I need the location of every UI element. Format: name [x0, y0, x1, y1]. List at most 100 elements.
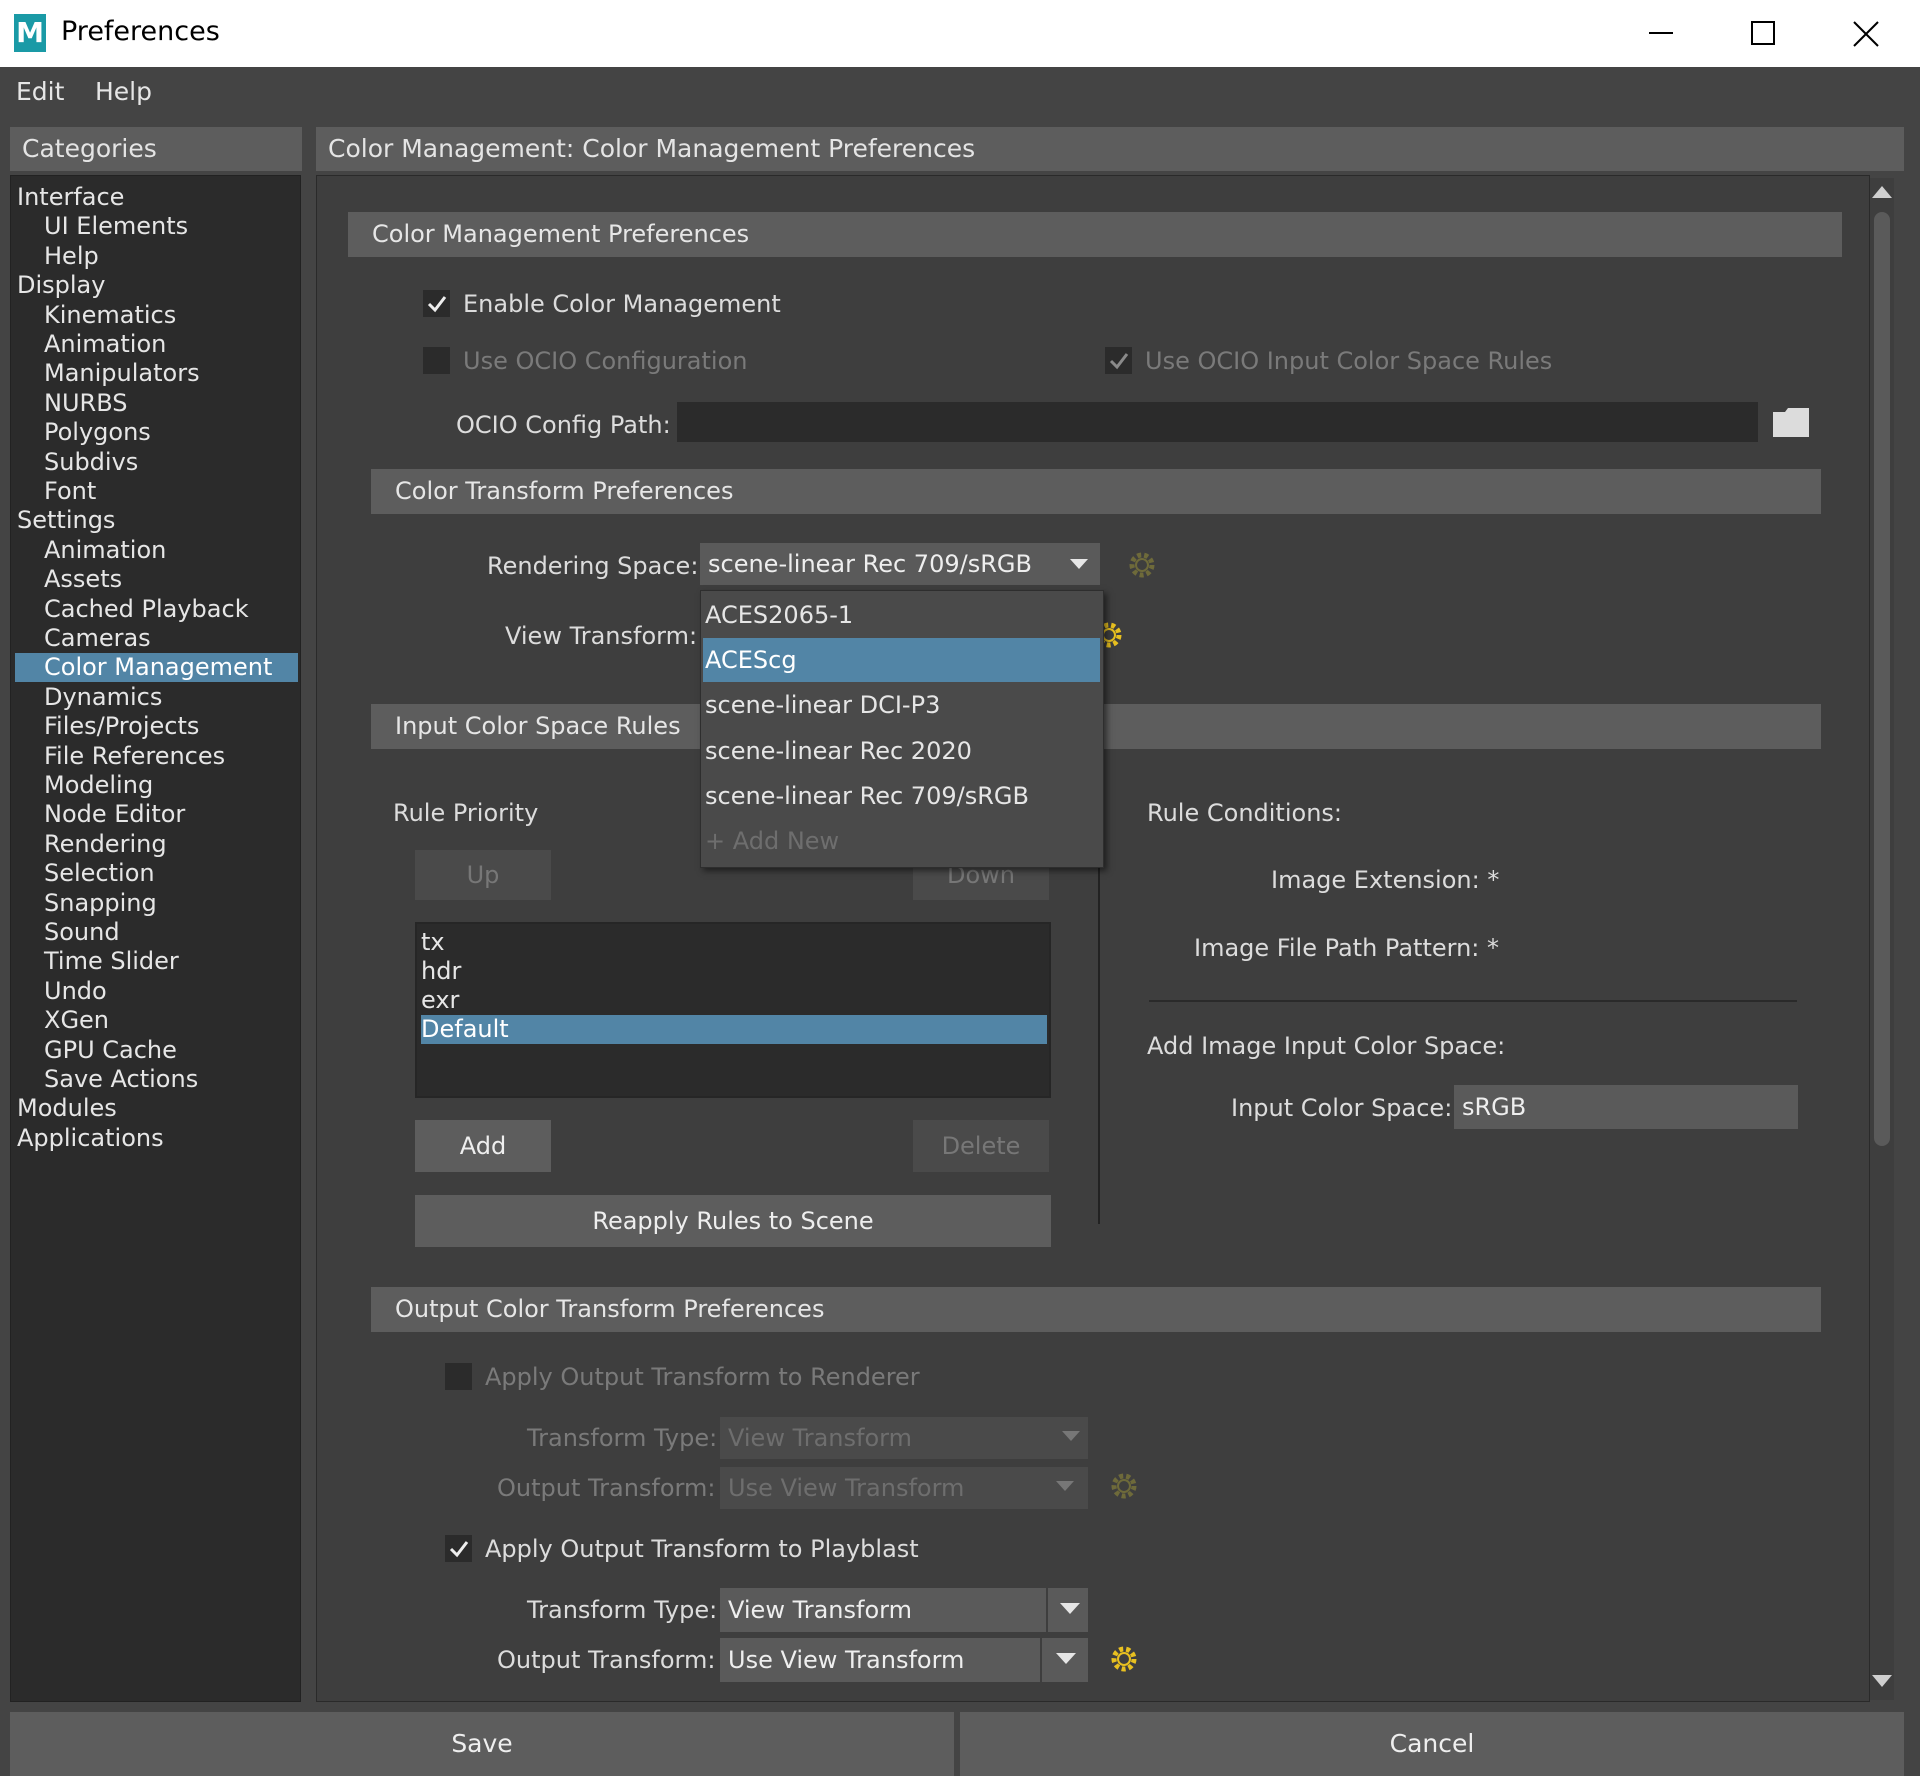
playblast-output-transform-combo[interactable]: Use View Transform	[720, 1638, 1088, 1682]
category-item[interactable]: Font	[44, 477, 96, 506]
cancel-button[interactable]: Cancel	[960, 1712, 1904, 1776]
category-item[interactable]: Rendering	[44, 830, 167, 859]
checkmark-icon	[427, 296, 447, 313]
use-ocio-config-checkbox[interactable]	[423, 347, 450, 374]
apply-renderer-label: Apply Output Transform to Renderer	[485, 1363, 920, 1391]
add-new-option[interactable]: + Add New	[703, 819, 1100, 863]
categories-list[interactable]: Interface UI Elements Help Display Kinematic…	[10, 175, 301, 1702]
add-rule-button[interactable]: Add	[415, 1120, 551, 1172]
rule-list-item[interactable]: Default	[421, 1015, 1047, 1044]
scrollbar[interactable]	[1870, 178, 1894, 1700]
category-item[interactable]: Undo	[44, 977, 107, 1006]
combo-separator	[1046, 1588, 1048, 1632]
folder-icon	[1773, 408, 1809, 437]
apply-renderer-checkbox[interactable]	[445, 1363, 472, 1390]
category-item[interactable]: Kinematics	[44, 301, 176, 330]
save-button[interactable]: Save	[10, 1712, 954, 1776]
menu-edit[interactable]: Edit	[16, 77, 64, 106]
category-item[interactable]: Applications	[17, 1124, 164, 1153]
add-input-color-space-label: Add Image Input Color Space:	[1147, 1032, 1506, 1060]
dropdown-option[interactable]: scene-linear Rec 709/sRGB	[703, 774, 1100, 818]
category-item[interactable]: Snapping	[44, 889, 157, 918]
category-item[interactable]: Color Management	[15, 653, 298, 683]
category-item[interactable]: Settings	[17, 506, 115, 535]
gear-icon	[1111, 1473, 1137, 1499]
rule-list-item[interactable]: hdr	[421, 957, 461, 986]
dropdown-option[interactable]: ACEScg	[703, 638, 1100, 683]
rule-list-item[interactable]: tx	[421, 928, 445, 957]
category-item[interactable]: Sound	[44, 918, 120, 947]
dropdown-option[interactable]: scene-linear DCI-P3	[703, 683, 1100, 727]
category-item[interactable]: Time Slider	[44, 947, 179, 976]
category-item[interactable]: Node Editor	[44, 800, 185, 829]
image-extension-label: Image Extension: *	[1271, 866, 1500, 894]
scroll-thumb[interactable]	[1874, 212, 1890, 1146]
category-item[interactable]: Dynamics	[44, 683, 162, 712]
window-title: Preferences	[61, 16, 220, 47]
checkmark-icon	[449, 1541, 469, 1558]
input-color-space-field[interactable]: sRGB	[1454, 1085, 1798, 1129]
category-item[interactable]: File References	[44, 742, 225, 771]
enable-color-management-label: Enable Color Management	[463, 290, 781, 318]
category-item[interactable]: Selection	[44, 859, 155, 888]
category-item[interactable]: UI Elements	[44, 212, 188, 241]
category-item[interactable]: Manipulators	[44, 359, 200, 388]
renderer-transform-type-combo[interactable]: View Transform	[720, 1417, 1088, 1459]
gear-icon	[1129, 552, 1155, 578]
chevron-down-icon	[1056, 1481, 1074, 1491]
category-item[interactable]: Display	[17, 271, 105, 300]
category-item[interactable]: Modules	[17, 1094, 117, 1123]
playblast-output-settings-button[interactable]	[1108, 1643, 1140, 1681]
category-item[interactable]: Cached Playback	[44, 595, 249, 624]
minimize-icon	[1649, 32, 1673, 34]
browse-folder-button[interactable]	[1772, 406, 1810, 438]
playblast-transform-type-combo[interactable]: View Transform	[720, 1588, 1088, 1632]
category-item[interactable]: Assets	[44, 565, 122, 594]
move-up-button[interactable]: Up	[415, 850, 551, 900]
category-item[interactable]: Animation	[44, 536, 166, 565]
rendering-space-dropdown-list[interactable]: ACES2065-1 ACEScg scene-linear DCI-P3 scene…	[700, 590, 1104, 868]
renderer-output-transform-combo[interactable]: Use View Transform	[720, 1467, 1088, 1509]
checkmark-icon	[1109, 353, 1129, 370]
category-item[interactable]: GPU Cache	[44, 1036, 177, 1065]
category-item[interactable]: Subdivs	[44, 448, 138, 477]
category-item[interactable]: Interface	[17, 183, 124, 212]
use-ocio-rules-label: Use OCIO Input Color Space Rules	[1145, 347, 1553, 375]
category-item[interactable]: NURBS	[44, 389, 127, 418]
apply-playblast-checkbox[interactable]	[445, 1535, 472, 1562]
ocio-config-path-label: OCIO Config Path:	[456, 411, 671, 439]
close-button[interactable]	[1814, 0, 1916, 67]
rule-list-item[interactable]: exr	[421, 986, 459, 1015]
maximize-button[interactable]	[1712, 0, 1814, 67]
image-path-pattern-label: Image File Path Pattern: *	[1194, 934, 1499, 962]
reapply-rules-button[interactable]: Reapply Rules to Scene	[415, 1195, 1051, 1247]
dropdown-option[interactable]: scene-linear Rec 2020	[703, 729, 1100, 773]
category-item[interactable]: Save Actions	[44, 1065, 198, 1094]
ocio-config-path-field[interactable]	[677, 402, 1758, 442]
menu-help[interactable]: Help	[95, 77, 152, 106]
rules-list[interactable]: tx hdr exr Default	[415, 922, 1051, 1098]
rendering-space-combo[interactable]: scene-linear Rec 709/sRGB	[700, 543, 1100, 585]
category-item[interactable]: Animation	[44, 330, 166, 359]
rule-priority-label: Rule Priority	[393, 799, 539, 827]
section-output-transform: Output Color Transform Preferences	[371, 1287, 1821, 1332]
rule-conditions-label: Rule Conditions:	[1147, 799, 1342, 827]
category-item[interactable]: Polygons	[44, 418, 151, 447]
enable-color-management-checkbox[interactable]	[423, 290, 450, 317]
category-item[interactable]: Modeling	[44, 771, 153, 800]
rendering-space-settings-button[interactable]	[1126, 549, 1158, 587]
category-item[interactable]: Help	[44, 242, 99, 271]
delete-rule-button[interactable]: Delete	[913, 1120, 1049, 1172]
category-item[interactable]: Files/Projects	[44, 712, 199, 741]
dropdown-option[interactable]: ACES2065-1	[703, 593, 1100, 637]
category-item[interactable]: Cameras	[44, 624, 151, 653]
use-ocio-config-label: Use OCIO Configuration	[463, 347, 748, 375]
app-logo-icon: M	[14, 14, 46, 52]
rendering-space-dropdown-button[interactable]	[1058, 543, 1100, 585]
use-ocio-rules-checkbox[interactable]	[1105, 347, 1132, 374]
category-item[interactable]: XGen	[44, 1006, 109, 1035]
combo-separator	[1040, 1638, 1042, 1682]
categories-header: Categories	[10, 127, 302, 171]
scroll-up-icon	[1872, 186, 1892, 198]
minimize-button[interactable]	[1610, 0, 1712, 67]
